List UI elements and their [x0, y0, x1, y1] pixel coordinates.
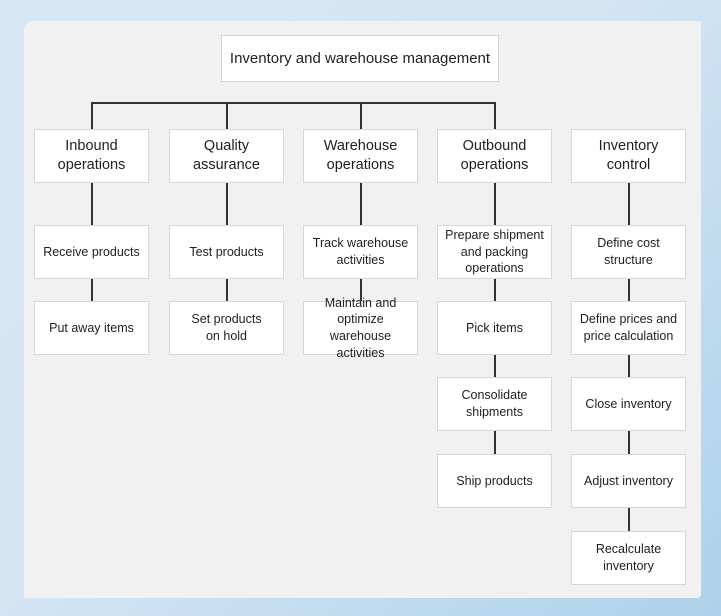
- node-receive-products-label: Receive products: [43, 244, 140, 259]
- diagram-canvas: Inventory and warehouse management Inbou…: [24, 21, 701, 598]
- node-quality-assurance[interactable]: Quality assurance: [169, 129, 284, 183]
- node-inventory-control[interactable]: Inventory control: [571, 129, 686, 183]
- node-inbound-operations[interactable]: Inbound operations: [34, 129, 149, 183]
- node-adjust-inventory[interactable]: Adjust inventory: [571, 454, 686, 508]
- connector-inbound-1: [91, 183, 93, 226]
- node-maintain-optimize-warehouse-activities-label: Maintain and optimize warehouse activiti…: [324, 295, 397, 360]
- root-node-label: Inventory and warehouse management: [229, 49, 491, 67]
- node-define-prices-price-calculation[interactable]: Define prices and price calculation: [571, 301, 686, 355]
- connector-inventory-5: [628, 508, 630, 531]
- node-inventory-control-label: Inventory control: [598, 137, 659, 173]
- connector-bus-to-warehouse: [360, 102, 362, 132]
- connector-outbound-4: [494, 431, 496, 454]
- node-consolidate-shipments[interactable]: Consolidate shipments: [437, 377, 552, 431]
- node-maintain-optimize-warehouse-activities[interactable]: Maintain and optimize warehouse activiti…: [303, 296, 418, 360]
- connector-inventory-1: [628, 183, 630, 226]
- node-recalculate-inventory[interactable]: Recalculate inventory: [571, 531, 686, 585]
- node-track-warehouse-activities[interactable]: Track warehouse activities: [303, 225, 418, 279]
- node-inbound-operations-label: Inbound operations: [57, 137, 126, 173]
- node-warehouse-operations[interactable]: Warehouse operations: [303, 129, 418, 183]
- node-warehouse-operations-label: Warehouse operations: [323, 137, 398, 173]
- node-define-cost-structure-label: Define cost structure: [597, 236, 660, 267]
- root-node[interactable]: Inventory and warehouse management: [221, 35, 499, 82]
- connector-inventory-3: [628, 355, 630, 378]
- node-define-prices-price-calculation-label: Define prices and price calculation: [579, 312, 678, 343]
- connector-warehouse-1: [360, 183, 362, 226]
- node-recalculate-inventory-label: Recalculate inventory: [595, 542, 662, 573]
- connector-outbound-1: [494, 183, 496, 226]
- connector-outbound-2: [494, 279, 496, 302]
- node-put-away-items-label: Put away items: [49, 320, 134, 335]
- node-prepare-shipment-packing-label: Prepare shipment and packing operations: [445, 228, 544, 276]
- node-pick-items[interactable]: Pick items: [437, 301, 552, 355]
- node-close-inventory[interactable]: Close inventory: [571, 377, 686, 431]
- connector-quality-2: [226, 279, 228, 302]
- node-ship-products-label: Ship products: [456, 473, 533, 488]
- connector-outbound-3: [494, 355, 496, 378]
- connector-inventory-2: [628, 279, 630, 302]
- node-adjust-inventory-label: Adjust inventory: [584, 473, 673, 488]
- connector-inventory-4: [628, 431, 630, 454]
- node-quality-assurance-label: Quality assurance: [193, 137, 260, 173]
- diagram-panel: Inventory and warehouse management Inbou…: [24, 21, 701, 598]
- connector-root-bus: [91, 102, 495, 104]
- node-prepare-shipment-packing[interactable]: Prepare shipment and packing operations: [437, 225, 552, 279]
- node-outbound-operations-label: Outbound operations: [460, 137, 529, 173]
- node-outbound-operations[interactable]: Outbound operations: [437, 129, 552, 183]
- node-track-warehouse-activities-label: Track warehouse activities: [312, 236, 409, 267]
- node-put-away-items[interactable]: Put away items: [34, 301, 149, 355]
- connector-quality-1: [226, 183, 228, 226]
- connector-bus-to-inbound: [91, 102, 93, 132]
- node-test-products[interactable]: Test products: [169, 225, 284, 279]
- node-consolidate-shipments-label: Consolidate shipments: [461, 388, 528, 419]
- node-receive-products[interactable]: Receive products: [34, 225, 149, 279]
- node-close-inventory-label: Close inventory: [585, 396, 672, 411]
- connector-bus-to-outbound: [494, 102, 496, 132]
- node-set-products-on-hold-label: Set products on hold: [191, 312, 262, 343]
- node-set-products-on-hold[interactable]: Set products on hold: [169, 301, 284, 355]
- connector-inbound-2: [91, 279, 93, 302]
- node-define-cost-structure[interactable]: Define cost structure: [571, 225, 686, 279]
- node-pick-items-label: Pick items: [466, 320, 523, 335]
- node-ship-products[interactable]: Ship products: [437, 454, 552, 508]
- node-test-products-label: Test products: [189, 244, 264, 259]
- connector-bus-to-quality: [226, 102, 228, 132]
